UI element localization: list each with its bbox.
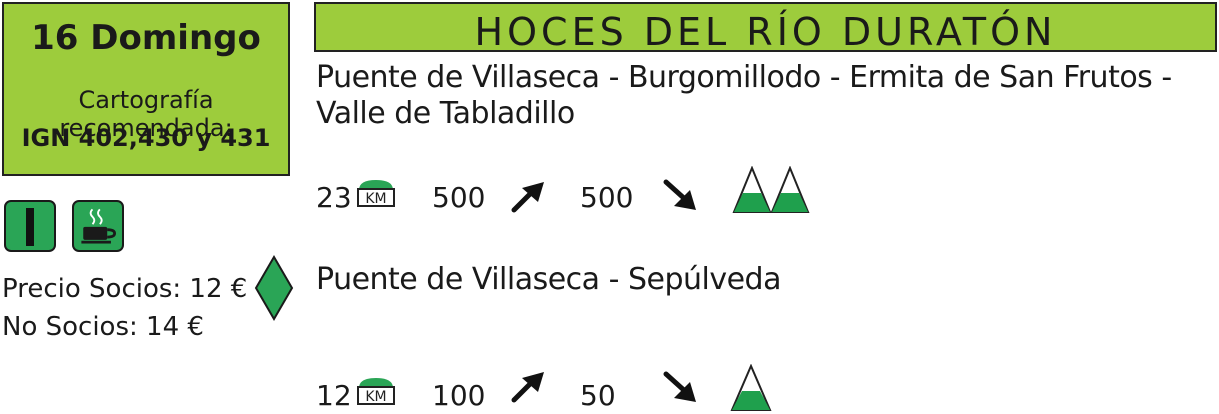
ascent-value: 100 [432, 379, 486, 412]
level-one-icon [4, 200, 56, 252]
ascent-value: 500 [432, 181, 486, 214]
km-label: KM [365, 389, 386, 405]
km-label: KM [365, 191, 386, 207]
descent-value: 500 [580, 181, 634, 214]
distance-value: 12 [316, 379, 352, 412]
title-banner: HOCES DEL RÍO DURATÓN [314, 2, 1217, 54]
arrow-up-right-icon [511, 372, 544, 403]
diamond-icon [254, 255, 294, 321]
cartography-maps: IGN 402,430 y 431 [21, 124, 271, 152]
km-icon: KM [357, 378, 395, 405]
arrow-down-right-icon [663, 371, 696, 402]
price-non-members: No Socios: 14 € [2, 312, 204, 342]
descent-value: 50 [580, 379, 616, 412]
page-title: HOCES DEL RÍO DURATÓN [474, 10, 1057, 54]
arrow-up-right-icon [511, 182, 544, 213]
double-peak-icon [732, 166, 810, 213]
distance-value: 23 [316, 181, 352, 214]
date-info-box: 16 Domingo Cartografía recomendada: IGN … [2, 2, 290, 176]
route-short-name: Puente de Villaseca - Sepúlveda [316, 262, 781, 297]
single-peak-icon [730, 364, 772, 411]
price-members: Precio Socios: 12 € [2, 274, 248, 304]
date-title: 16 Domingo [31, 18, 261, 58]
coffee-cup-icon [72, 200, 124, 252]
arrow-down-right-icon [663, 179, 696, 210]
route-long-name: Puente de Villaseca - Burgomillodo - Erm… [316, 60, 1172, 131]
km-icon: KM [357, 180, 395, 207]
